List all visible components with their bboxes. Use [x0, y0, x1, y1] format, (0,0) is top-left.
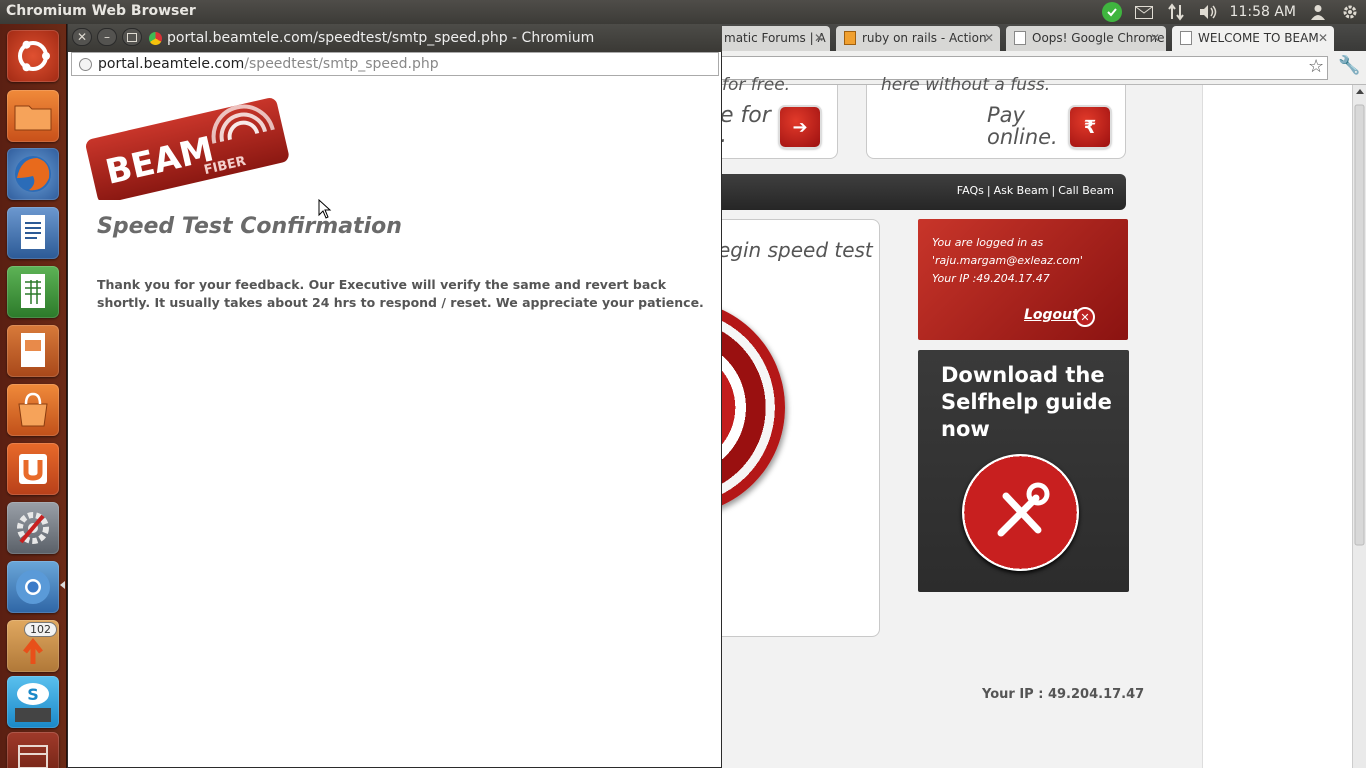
- tab-welcome-beam[interactable]: WELCOME TO BEAM ✕: [1172, 26, 1334, 51]
- arrow-right-button[interactable]: ➔: [780, 107, 820, 147]
- promo-text: e for: [720, 103, 771, 128]
- minimize-window-button[interactable]: –: [97, 28, 117, 46]
- bookmark-star-icon[interactable]: ☆: [1308, 56, 1324, 77]
- maximize-window-button[interactable]: [122, 28, 142, 46]
- workspace-switcher-icon[interactable]: [7, 732, 59, 768]
- page-scrollbar[interactable]: [1352, 85, 1366, 768]
- confirmation-message: Thank you for your feedback. Our Executi…: [97, 277, 704, 310]
- promo-card-left: for free. e for . ➔: [720, 75, 838, 159]
- mail-icon[interactable]: [1128, 0, 1160, 24]
- ubuntu-one-icon[interactable]: [7, 443, 59, 495]
- system-settings-icon[interactable]: [7, 502, 59, 554]
- software-center-icon[interactable]: [7, 384, 59, 436]
- writer-icon[interactable]: [7, 207, 59, 259]
- speed-test-target-icon[interactable]: [720, 300, 785, 515]
- background-browser-window: matic Forums | A ✕ ruby on rails - Actio…: [720, 24, 1366, 768]
- power-gear-icon[interactable]: [1334, 0, 1366, 24]
- selfhelp-title: Download the Selfhelp guide now: [941, 363, 1112, 441]
- chromium-icon: [149, 32, 162, 45]
- tools-icon: [962, 454, 1079, 571]
- login-status-text: You are logged in as: [932, 236, 1044, 249]
- selfhelp-guide-banner[interactable]: Download the Selfhelp guide now: [918, 350, 1129, 592]
- nav-bar: FAQs | Ask Beam | Call Beam: [720, 174, 1126, 210]
- impress-icon[interactable]: [7, 325, 59, 377]
- nav-link-call-beam[interactable]: Call Beam: [1058, 184, 1114, 197]
- skype-icon[interactable]: S: [7, 676, 59, 728]
- promo-text: for free.: [722, 75, 791, 95]
- begin-speed-test-text[interactable]: egin speed test: [720, 238, 873, 262]
- tab-forums[interactable]: matic Forums | A ✕: [720, 26, 830, 51]
- tab-label: Oops! Google Chrome: [1032, 31, 1165, 45]
- footer-ip: Your IP : 49.204.17.47: [982, 687, 1145, 702]
- user-icon[interactable]: [1302, 0, 1334, 24]
- files-folder-icon[interactable]: [7, 90, 59, 142]
- logout-link[interactable]: Logout: [1024, 307, 1079, 323]
- calc-icon[interactable]: [7, 266, 59, 318]
- volume-icon[interactable]: [1192, 0, 1224, 24]
- globe-icon: [79, 58, 92, 71]
- url-path: /speedtest/smtp_speed.php: [244, 56, 439, 72]
- rupee-button[interactable]: ₹: [1070, 107, 1110, 147]
- popup-title-bar: ✕ – portal.beamtele.com/speedtest/smtp_s…: [68, 24, 722, 52]
- promo-text: online.: [987, 125, 1058, 149]
- mouse-cursor-icon: [318, 199, 332, 219]
- login-email: 'raju.margam@exleaz.com': [932, 254, 1083, 267]
- beam-fiber-logo[interactable]: BEAM FIBER: [80, 90, 290, 204]
- system-tray: 11:58 AM: [1096, 0, 1366, 24]
- tab-strip: matic Forums | A ✕ ruby on rails - Actio…: [720, 24, 1366, 51]
- login-info-box: You are logged in as 'raju.margam@exleaz…: [918, 219, 1128, 340]
- update-count-badge: 102: [24, 622, 57, 637]
- login-ip: Your IP :49.204.17.47: [932, 272, 1050, 285]
- tab-ruby-on-rails[interactable]: ruby on rails - Action ✕: [836, 26, 1000, 51]
- stackoverflow-icon: [844, 31, 856, 45]
- page-icon: [1014, 31, 1026, 45]
- close-icon[interactable]: ✕: [1318, 31, 1328, 45]
- popup-window-title: portal.beamtele.com/speedtest/smtp_speed…: [167, 30, 595, 46]
- tab-label: matic Forums | A: [724, 31, 826, 45]
- page-margin: [1202, 85, 1352, 768]
- firefox-icon[interactable]: [7, 148, 59, 200]
- promo-card-pay-online: here without a fuss. Pay online. ₹: [866, 75, 1126, 159]
- promo-text: Pay: [987, 103, 1025, 127]
- close-icon[interactable]: ✕: [814, 31, 824, 45]
- nav-links: FAQs | Ask Beam | Call Beam: [956, 184, 1114, 197]
- unity-launcher: 102 S: [0, 24, 67, 768]
- close-icon[interactable]: ✕: [984, 31, 994, 45]
- active-app-title: Chromium Web Browser: [6, 3, 196, 19]
- url-host: portal.beamtele.com: [98, 56, 245, 72]
- tab-oops-chrome[interactable]: Oops! Google Chrome ✕: [1006, 26, 1166, 51]
- tab-label: WELCOME TO BEAM: [1198, 31, 1319, 45]
- close-icon[interactable]: ✕: [1150, 31, 1160, 45]
- system-top-panel: Chromium Web Browser 11:58 AM: [0, 0, 1366, 24]
- page-icon: [1180, 31, 1192, 45]
- check-icon: [1101, 2, 1122, 22]
- svg-text:S: S: [27, 685, 39, 704]
- dash-home-icon[interactable]: [7, 30, 59, 82]
- page-heading: Speed Test Confirmation: [97, 214, 402, 239]
- update-manager-icon[interactable]: 102: [7, 620, 59, 672]
- close-window-button[interactable]: ✕: [72, 28, 92, 46]
- logout-close-icon[interactable]: ✕: [1075, 307, 1095, 327]
- nav-link-faqs[interactable]: FAQs: [957, 184, 984, 197]
- network-icon[interactable]: [1160, 0, 1192, 24]
- speedtest-popup-window: ✕ – portal.beamtele.com/speedtest/smtp_s…: [67, 24, 722, 768]
- tab-label: ruby on rails - Action: [862, 31, 987, 45]
- wrench-menu-icon[interactable]: 🔧: [1338, 55, 1360, 76]
- sync-status-indicator[interactable]: [1096, 0, 1128, 24]
- nav-link-ask-beam[interactable]: Ask Beam: [994, 184, 1049, 197]
- popup-url[interactable]: portal.beamtele.com/speedtest/smtp_speed…: [98, 56, 439, 72]
- running-indicator: [60, 581, 65, 589]
- popup-address-bar[interactable]: portal.beamtele.com/speedtest/smtp_speed…: [71, 52, 719, 76]
- chromium-icon[interactable]: [7, 561, 59, 613]
- clock[interactable]: 11:58 AM: [1224, 4, 1302, 20]
- speed-test-panel: egin speed test: [720, 219, 880, 637]
- beam-portal-page: for free. e for . ➔ here without a fuss.…: [720, 75, 1366, 768]
- promo-text: here without a fuss.: [881, 75, 1051, 95]
